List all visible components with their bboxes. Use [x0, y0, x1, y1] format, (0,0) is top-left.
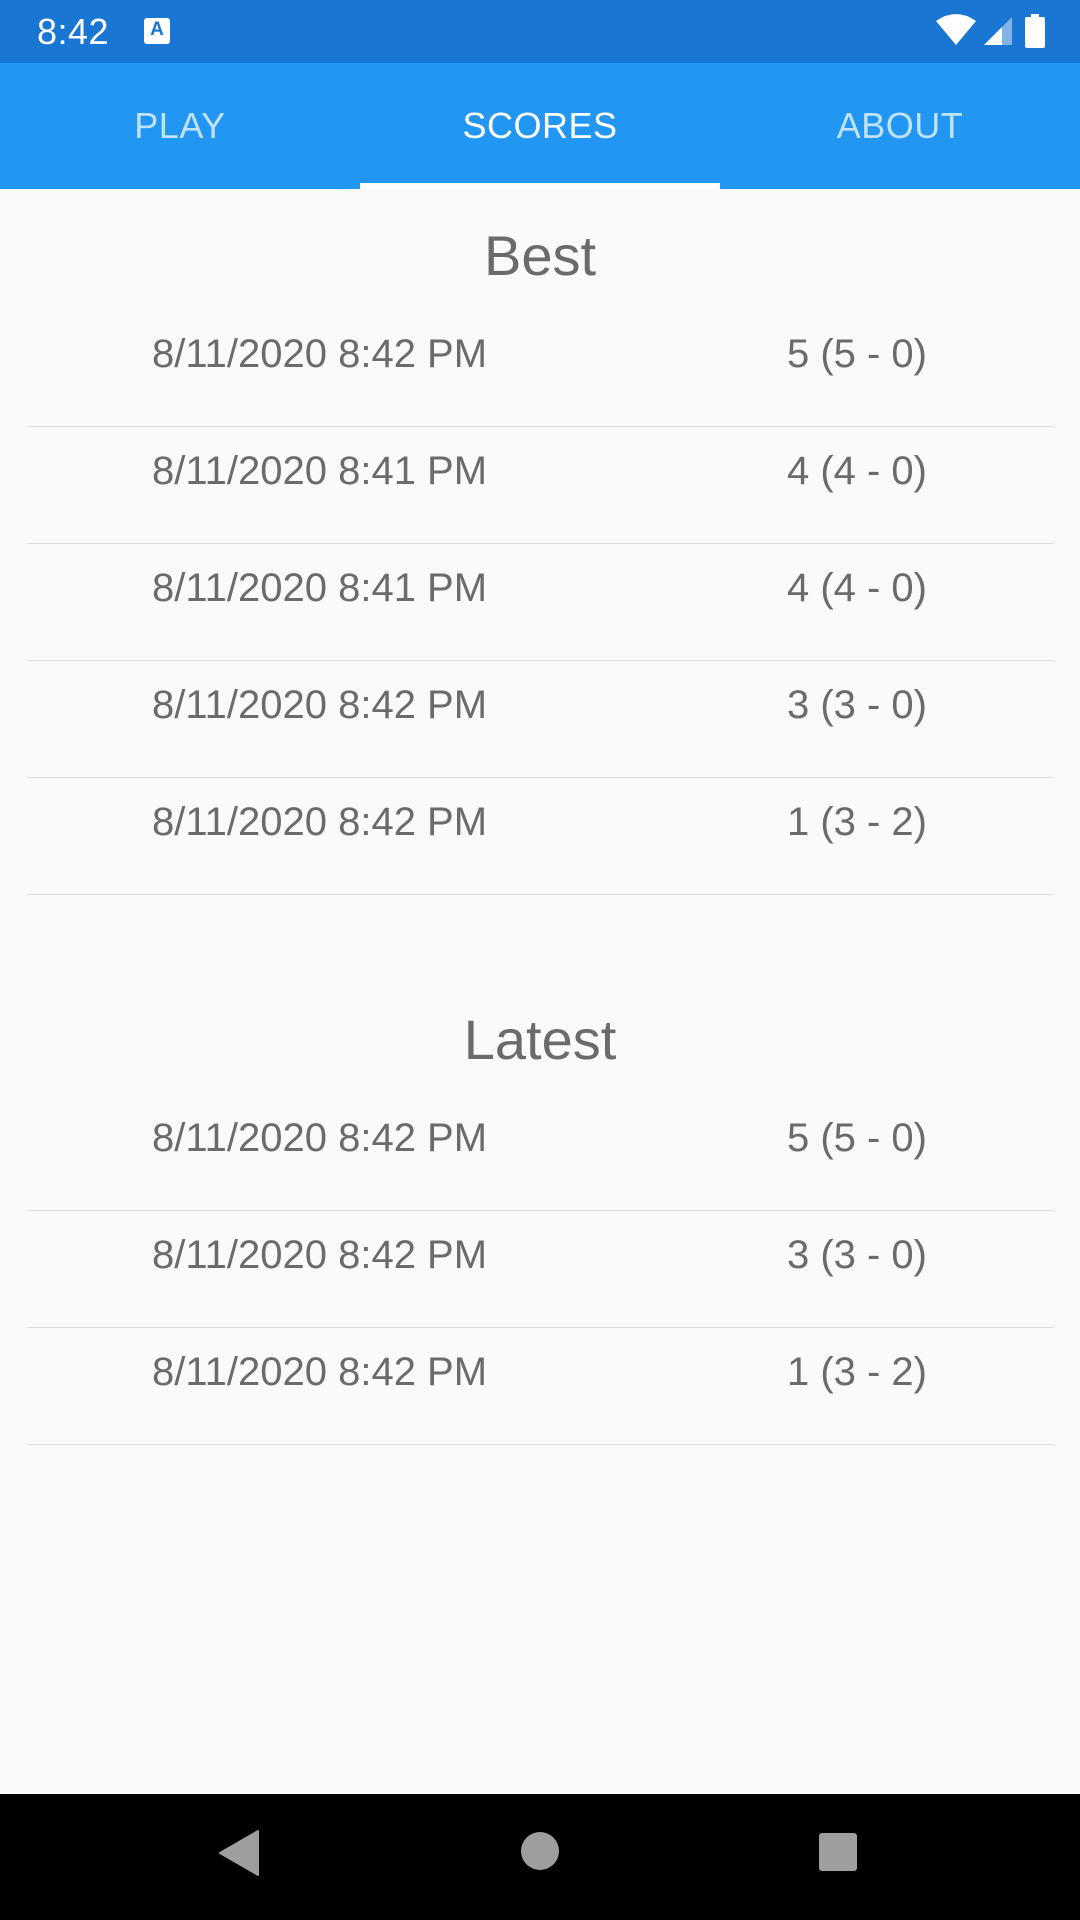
- wifi-icon: [936, 14, 976, 45]
- row-date: 8/11/2020 8:42 PM: [152, 332, 488, 376]
- row-date: 8/11/2020 8:42 PM: [152, 1350, 488, 1394]
- scores-content: Best 8/11/2020 8:42 PM 5 (5 - 0) 8/11/20…: [0, 189, 1080, 1794]
- navigation-bar: [0, 1794, 1080, 1920]
- tab-scores[interactable]: SCORES: [360, 63, 720, 189]
- row-score: 4 (4 - 0): [786, 566, 927, 610]
- tab-about[interactable]: ABOUT: [720, 63, 1080, 189]
- app-notification-icon: A: [144, 18, 170, 44]
- row-score: 3 (3 - 0): [786, 1233, 927, 1277]
- signal-icon: [984, 17, 1012, 45]
- row-date: 8/11/2020 8:42 PM: [152, 683, 488, 727]
- row-score: 1 (3 - 2): [786, 800, 927, 844]
- best-row[interactable]: 8/11/2020 8:42 PM 3 (3 - 0): [27, 660, 1054, 778]
- latest-row[interactable]: 8/11/2020 8:42 PM 5 (5 - 0): [27, 1093, 1054, 1211]
- tab-bar: PLAY SCORES ABOUT: [0, 63, 1080, 189]
- row-score: 1 (3 - 2): [786, 1350, 927, 1394]
- battery-icon: [1025, 14, 1045, 48]
- best-row[interactable]: 8/11/2020 8:41 PM 4 (4 - 0): [27, 426, 1054, 544]
- best-row[interactable]: 8/11/2020 8:41 PM 4 (4 - 0): [27, 543, 1054, 661]
- tab-play[interactable]: PLAY: [0, 63, 360, 189]
- recents-icon[interactable]: [818, 1832, 858, 1872]
- back-icon[interactable]: [218, 1829, 260, 1877]
- latest-row[interactable]: 8/11/2020 8:42 PM 3 (3 - 0): [27, 1210, 1054, 1328]
- latest-section-title: Latest: [463, 1008, 617, 1071]
- row-score: 3 (3 - 0): [786, 683, 927, 727]
- best-row[interactable]: 8/11/2020 8:42 PM 5 (5 - 0): [27, 309, 1054, 427]
- row-date: 8/11/2020 8:41 PM: [152, 566, 488, 610]
- best-row[interactable]: 8/11/2020 8:42 PM 1 (3 - 2): [27, 777, 1054, 895]
- row-score: 5 (5 - 0): [786, 332, 927, 376]
- home-icon[interactable]: [520, 1831, 560, 1871]
- status-bar: 8:42 A: [0, 0, 1080, 63]
- row-date: 8/11/2020 8:41 PM: [152, 449, 488, 493]
- row-score: 5 (5 - 0): [786, 1116, 927, 1160]
- latest-row[interactable]: 8/11/2020 8:42 PM 1 (3 - 2): [27, 1327, 1054, 1445]
- app-notification-letter: A: [150, 19, 164, 40]
- best-section-title: Best: [483, 224, 597, 287]
- status-time: 8:42: [37, 11, 110, 52]
- row-score: 4 (4 - 0): [786, 449, 927, 493]
- row-date: 8/11/2020 8:42 PM: [152, 1233, 488, 1277]
- row-date: 8/11/2020 8:42 PM: [152, 1116, 488, 1160]
- row-date: 8/11/2020 8:42 PM: [152, 800, 488, 844]
